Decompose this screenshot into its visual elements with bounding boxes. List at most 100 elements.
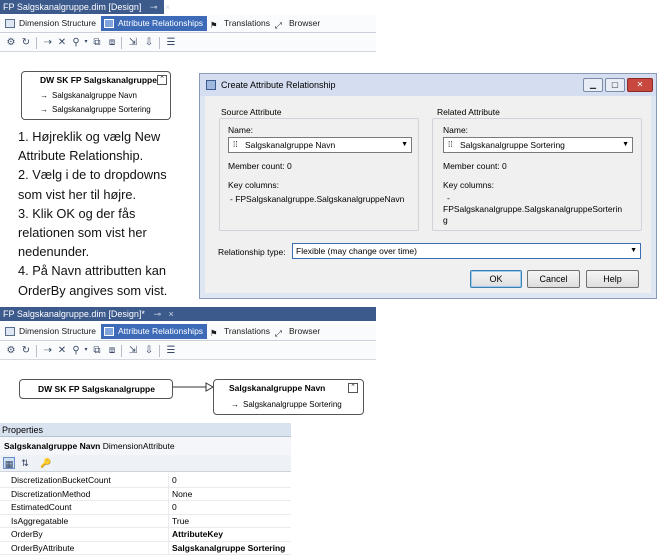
- tab-dimension-structure[interactable]: Dimension Structure: [2, 16, 100, 31]
- source-key-columns-label: Key columns:: [228, 180, 280, 190]
- tab-translations[interactable]: ⚑ Translations: [207, 324, 274, 339]
- dimension-box-title: DW SK FP Salgskanalgruppe: [38, 384, 155, 394]
- relationship-type-dropdown[interactable]: Flexible (may change over time) ▼: [292, 243, 641, 259]
- top-document-tabbar: FP Salgskanalgruppe.dim [Design] ⊸ ×: [0, 0, 661, 14]
- tab-label: Translations: [224, 326, 270, 336]
- minimize-button[interactable]: ▁: [583, 78, 603, 92]
- ok-button[interactable]: OK: [470, 270, 522, 288]
- related-attribute-dropdown[interactable]: ⁞⁞ Salgskanalgruppe Sortering ▼: [443, 137, 633, 153]
- property-value[interactable]: Salgskanalgruppe Sortering: [172, 542, 285, 555]
- property-divider: [168, 528, 169, 541]
- tab-label: Dimension Structure: [19, 18, 97, 28]
- instruction-line: Attribute Relationship.: [18, 148, 144, 164]
- attribute-item[interactable]: → Salgskanalgruppe Sortering: [231, 400, 342, 409]
- refresh-icon[interactable]: ↻: [20, 345, 32, 356]
- related-attribute-label: Related Attribute: [437, 107, 500, 117]
- collapse-all-icon[interactable]: ⇩: [143, 345, 155, 356]
- fit-icon[interactable]: ⧉: [91, 37, 103, 48]
- source-name-label: Name:: [228, 125, 254, 135]
- close-icon[interactable]: ×: [169, 307, 174, 321]
- property-value[interactable]: AttributeKey: [172, 528, 223, 541]
- source-attribute-dropdown[interactable]: ⁞⁞ Salgskanalgruppe Navn ▼: [228, 137, 412, 153]
- dimension-box[interactable]: DW SK FP Salgskanalgruppe: [19, 379, 173, 399]
- related-key-columns-label: Key columns:: [443, 180, 495, 190]
- translations-icon: ⚑: [210, 20, 218, 30]
- help-button[interactable]: Help: [586, 270, 639, 288]
- property-value[interactable]: True: [172, 515, 189, 528]
- refresh-icon[interactable]: ↻: [20, 37, 32, 48]
- toolbar-separator: [121, 345, 122, 357]
- chevron-down-icon[interactable]: ▼: [401, 138, 408, 152]
- maximize-button[interactable]: ▢: [605, 78, 625, 92]
- tab-attribute-relationships[interactable]: Attribute Relationships: [101, 16, 208, 31]
- top-document-tab[interactable]: FP Salgskanalgruppe.dim [Design] ⊸ ×: [0, 0, 170, 14]
- chevron-down-icon[interactable]: ▼: [630, 244, 637, 258]
- tab-browser[interactable]: ⤢ Browser: [272, 16, 324, 31]
- attribute-item[interactable]: → Salgskanalgruppe Sortering: [40, 105, 151, 114]
- properties-object-selector[interactable]: Salgskanalgruppe Navn DimensionAttribute: [0, 437, 291, 455]
- dimension-structure-icon: [5, 327, 15, 336]
- property-row[interactable]: IsAggregatable True: [0, 514, 291, 528]
- bottom-document-tab[interactable]: FP Salgskanalgruppe.dim [Design]* ⊸ ×: [0, 307, 376, 321]
- tab-browser[interactable]: ⤢ Browser: [272, 324, 324, 339]
- process-icon[interactable]: ⚙: [5, 37, 17, 48]
- toolbar-separator: [159, 37, 160, 49]
- property-divider: [168, 474, 169, 487]
- tab-dimension-structure[interactable]: Dimension Structure: [2, 324, 100, 339]
- attribute-box[interactable]: Salgskanalgruppe Navn ⌃ → Salgskanalgrupp…: [213, 379, 364, 415]
- property-row[interactable]: OrderBy AttributeKey: [0, 528, 291, 542]
- expand-all-icon[interactable]: ⇲: [127, 345, 139, 356]
- delete-icon[interactable]: ✕: [56, 37, 68, 48]
- new-relationship-icon[interactable]: ⇢: [42, 345, 54, 356]
- property-divider: [168, 514, 169, 528]
- property-row[interactable]: DiscretizationMethod None: [0, 487, 291, 501]
- properties-toolbar: ▦ ⇅ 🔑: [0, 455, 291, 472]
- related-key-columns-value: g: [443, 215, 448, 225]
- dimension-box-title: DW SK FP Salgskanalgruppe: [40, 75, 157, 85]
- chevron-down-icon[interactable]: ▼: [622, 138, 629, 152]
- translations-icon: ⚑: [210, 328, 218, 338]
- bottom-document-tab-label: FP Salgskanalgruppe.dim [Design]*: [3, 309, 145, 319]
- arrow-icon: →: [40, 91, 48, 100]
- close-icon[interactable]: ×: [165, 0, 170, 14]
- dialog-title: Create Attribute Relationship: [221, 80, 336, 90]
- property-name: DiscretizationBucketCount: [11, 475, 111, 485]
- new-relationship-icon[interactable]: ⇢: [42, 37, 54, 48]
- related-attribute-group: Name: ⁞⁞ Salgskanalgruppe Sortering ▼ Me…: [432, 118, 642, 231]
- layout-icon[interactable]: ⧈: [106, 37, 118, 48]
- collapse-icon[interactable]: ⌃: [348, 383, 358, 393]
- toolbar-separator: [36, 345, 37, 357]
- layout-icon[interactable]: ⧈: [106, 345, 118, 356]
- alphabetical-icon[interactable]: ⇅: [19, 457, 31, 469]
- cancel-button[interactable]: Cancel: [527, 270, 580, 288]
- properties-view-icon[interactable]: ☰: [165, 345, 177, 356]
- pin-icon[interactable]: ⊸: [150, 0, 158, 14]
- expand-all-icon[interactable]: ⇲: [127, 37, 139, 48]
- pin-icon[interactable]: ⊸: [153, 307, 161, 321]
- collapse-all-icon[interactable]: ⇩: [143, 37, 155, 48]
- tab-label: Attribute Relationships: [118, 18, 204, 28]
- tab-translations[interactable]: ⚑ Translations: [207, 16, 274, 31]
- process-icon[interactable]: ⚙: [5, 345, 17, 356]
- related-member-count: Member count: 0: [443, 161, 507, 171]
- property-row[interactable]: DiscretizationBucketCount 0: [0, 474, 291, 488]
- fit-icon[interactable]: ⧉: [91, 345, 103, 356]
- related-attribute-value: Salgskanalgruppe Sortering: [460, 140, 565, 150]
- attribute-item[interactable]: → Salgskanalgruppe Navn: [40, 91, 137, 100]
- close-button[interactable]: ✕: [627, 78, 653, 92]
- dialog-titlebar[interactable]: Create Attribute Relationship ▁ ▢ ✕: [200, 74, 656, 96]
- property-pages-icon[interactable]: 🔑: [40, 457, 52, 469]
- property-value[interactable]: None: [172, 488, 192, 501]
- property-row[interactable]: OrderByAttribute Salgskanalgruppe Sorteri…: [0, 541, 291, 555]
- toolbar-separator: [36, 37, 37, 49]
- delete-icon[interactable]: ✕: [56, 345, 68, 356]
- dimension-box[interactable]: DW SK FP Salgskanalgruppe ⌃ → Salgskanalg…: [21, 71, 171, 120]
- property-value[interactable]: 0: [172, 474, 177, 487]
- collapse-icon[interactable]: ⌃: [157, 75, 167, 85]
- property-value[interactable]: 0: [172, 501, 177, 514]
- categorized-icon[interactable]: ▦: [3, 457, 15, 469]
- properties-view-icon[interactable]: ☰: [165, 37, 177, 48]
- property-row[interactable]: EstimatedCount 0: [0, 501, 291, 515]
- properties-object-name: Salgskanalgruppe Navn: [4, 441, 101, 451]
- tab-attribute-relationships[interactable]: Attribute Relationships: [101, 324, 208, 339]
